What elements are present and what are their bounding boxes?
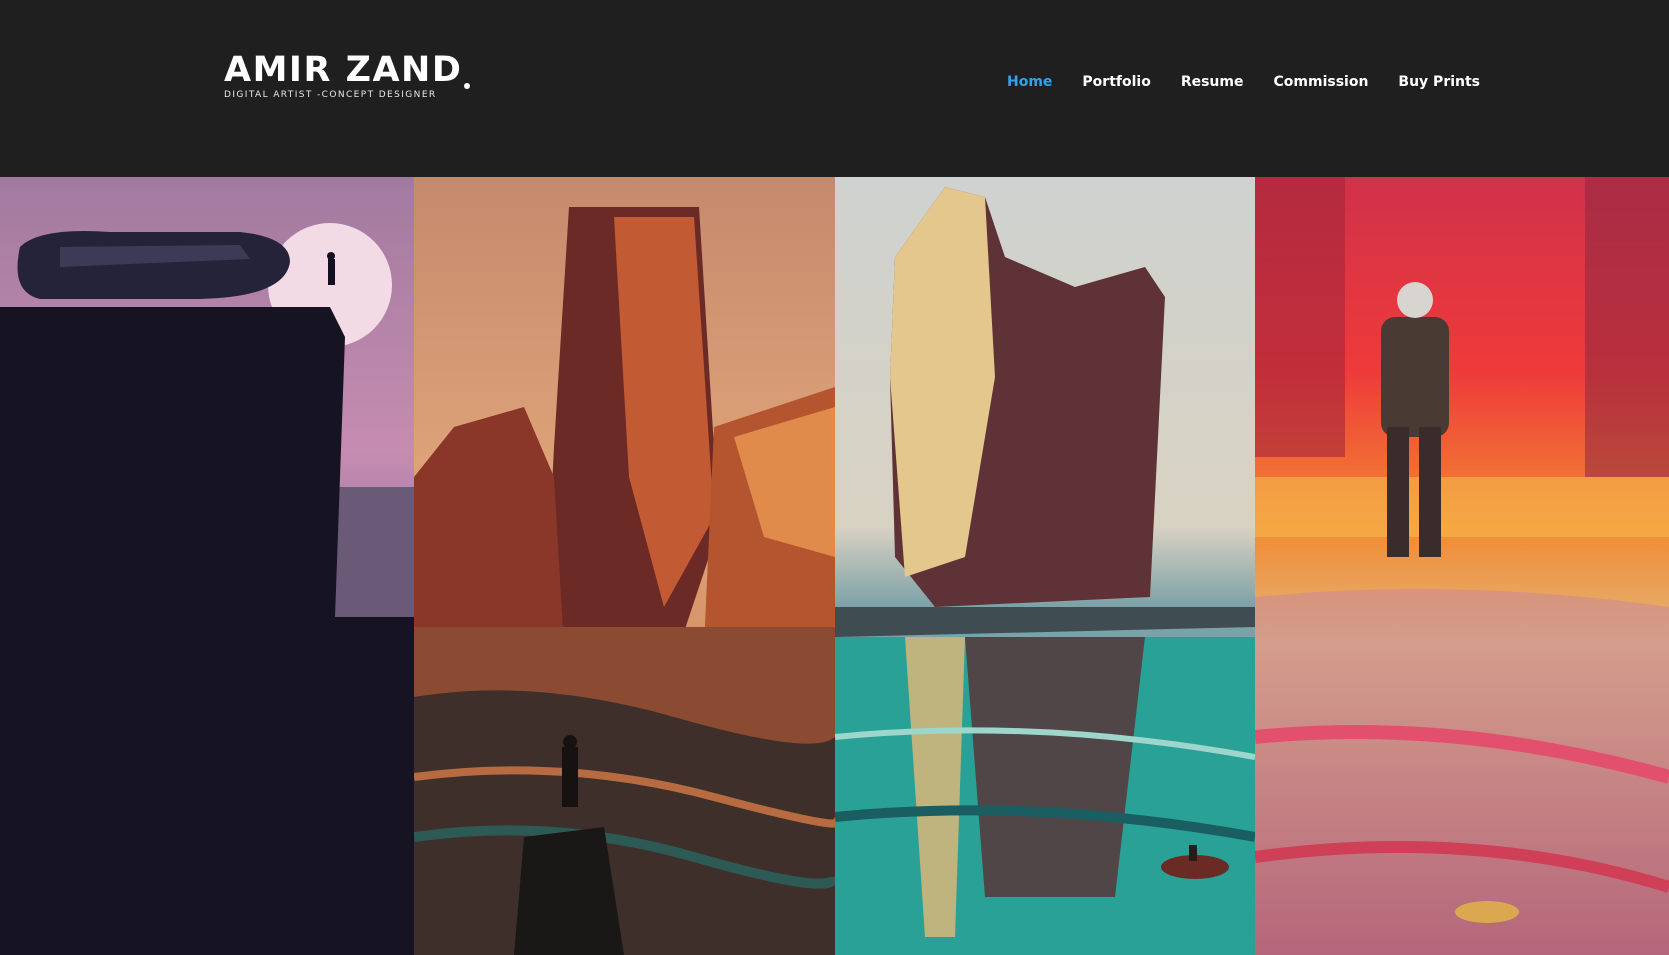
artwork-astronaut-neon-image [1255, 177, 1669, 955]
artwork-desert-mesas[interactable] [414, 177, 835, 955]
nav-commission[interactable]: Commission [1274, 74, 1369, 90]
main-nav: Home Portfolio Resume Commission Buy Pri… [1007, 74, 1510, 90]
artwork-cliff-spaceship-image [0, 177, 414, 955]
artwork-gallery [0, 177, 1669, 955]
nav-portfolio[interactable]: Portfolio [1082, 74, 1150, 90]
artwork-cliff-spaceship[interactable] [0, 177, 414, 955]
logo-title-text: AMIR ZAND [224, 50, 463, 90]
nav-home[interactable]: Home [1007, 74, 1052, 90]
artwork-astronaut-neon[interactable] [1255, 177, 1669, 955]
nav-resume[interactable]: Resume [1181, 74, 1244, 90]
artwork-sea-stack-image [835, 177, 1255, 955]
site-logo[interactable]: AMIR ZAND DIGITAL ARTIST -CONCEPT DESIGN… [224, 50, 471, 100]
logo-subtitle: DIGITAL ARTIST -CONCEPT DESIGNER [224, 90, 437, 100]
artwork-sea-stack[interactable] [835, 177, 1255, 955]
logo-title: AMIR ZAND [224, 50, 471, 90]
site-header: AMIR ZAND DIGITAL ARTIST -CONCEPT DESIGN… [0, 0, 1669, 177]
logo-dot [464, 83, 471, 89]
nav-buy-prints[interactable]: Buy Prints [1398, 74, 1480, 90]
artwork-desert-mesas-image [414, 177, 835, 955]
